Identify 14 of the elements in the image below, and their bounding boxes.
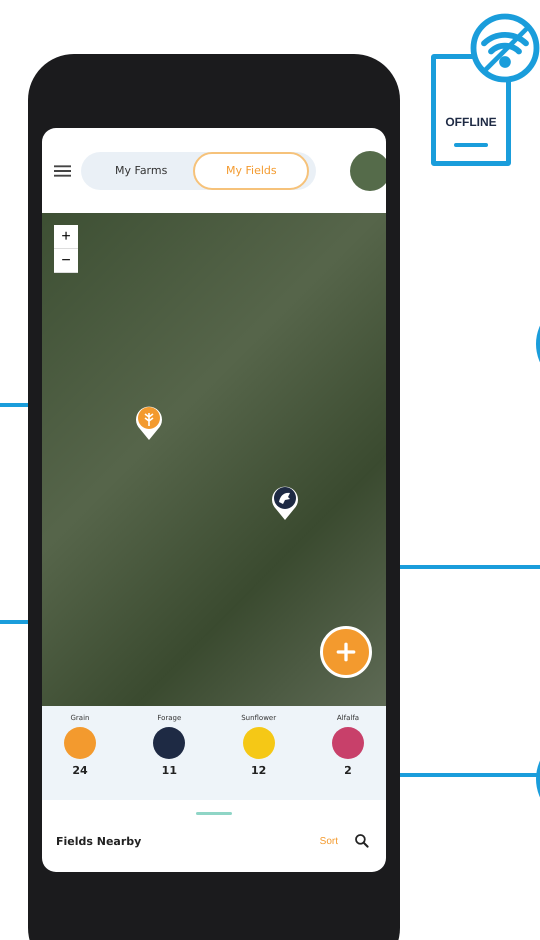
drag-handle[interactable] bbox=[196, 812, 232, 815]
add-button[interactable] bbox=[320, 626, 372, 678]
menu-icon[interactable] bbox=[54, 164, 71, 178]
sheet-title: Fields Nearby bbox=[56, 834, 142, 848]
field-count: 12 bbox=[251, 764, 266, 777]
satellite-map[interactable]: + − bbox=[42, 213, 386, 706]
field-count: 24 bbox=[72, 764, 88, 777]
avatar[interactable] bbox=[350, 150, 386, 190]
tab[interactable]: My Farms bbox=[99, 152, 184, 190]
plus-icon bbox=[335, 641, 357, 663]
search-icon[interactable] bbox=[354, 833, 370, 849]
field-count: 11 bbox=[162, 764, 177, 777]
offline-label: OFFLINE bbox=[445, 115, 497, 129]
field-count: 2 bbox=[344, 764, 352, 777]
